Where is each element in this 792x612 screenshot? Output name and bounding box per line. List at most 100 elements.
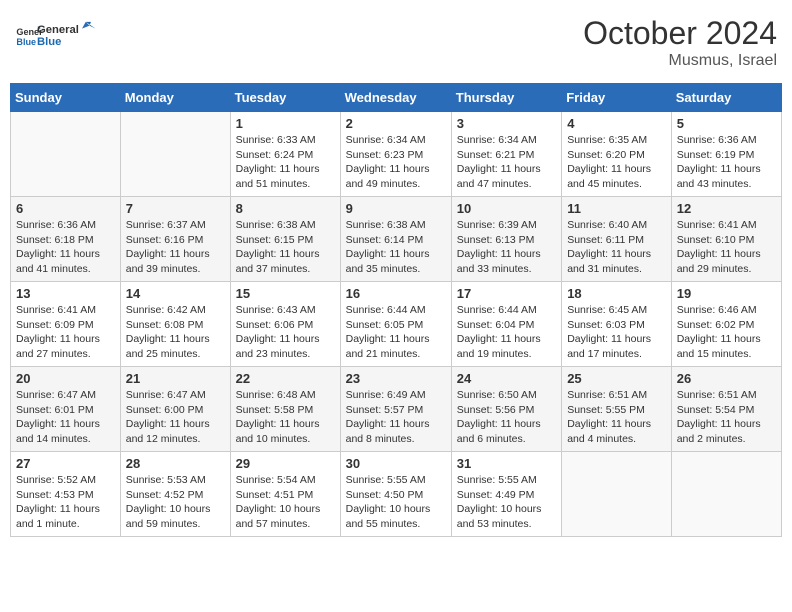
cell-info: Sunrise: 6:38 AM Sunset: 6:14 PM Dayligh…	[346, 218, 446, 277]
cell-info: Sunrise: 6:33 AM Sunset: 6:24 PM Dayligh…	[236, 133, 335, 192]
cell-info: Sunrise: 6:34 AM Sunset: 6:23 PM Dayligh…	[346, 133, 446, 192]
calendar-cell: 8 Sunrise: 6:38 AM Sunset: 6:15 PM Daylig…	[230, 197, 340, 282]
day-number: 9	[346, 201, 446, 216]
svg-text:General: General	[37, 24, 79, 36]
day-number: 16	[346, 286, 446, 301]
calendar-cell: 6Sunrise: 6:36 AM Sunset: 6:18 PM Daylig…	[11, 197, 121, 282]
day-number: 4	[567, 116, 666, 131]
calendar-cell: 22 Sunrise: 6:48 AM Sunset: 5:58 PM Dayli…	[230, 367, 340, 452]
cell-info: Sunrise: 6:47 AM Sunset: 6:00 PM Dayligh…	[126, 388, 225, 447]
col-header-tuesday: Tuesday	[230, 84, 340, 112]
calendar-cell: 11 Sunrise: 6:40 AM Sunset: 6:11 PM Dayli…	[562, 197, 672, 282]
calendar-cell: 17Sunrise: 6:44 AM Sunset: 6:04 PM Dayli…	[451, 282, 561, 367]
cell-info: Sunrise: 6:35 AM Sunset: 6:20 PM Dayligh…	[567, 133, 666, 192]
cell-info: Sunrise: 6:38 AM Sunset: 6:15 PM Dayligh…	[236, 218, 335, 277]
day-number: 11	[567, 201, 666, 216]
day-number: 19	[677, 286, 776, 301]
day-number: 8	[236, 201, 335, 216]
cell-info: Sunrise: 6:42 AM Sunset: 6:08 PM Dayligh…	[126, 303, 225, 362]
cell-info: Sunrise: 6:51 AM Sunset: 5:54 PM Dayligh…	[677, 388, 776, 447]
calendar-cell: 30 Sunrise: 5:55 AM Sunset: 4:50 PM Dayli…	[340, 452, 451, 537]
calendar-cell: 15 Sunrise: 6:43 AM Sunset: 6:06 PM Dayli…	[230, 282, 340, 367]
month-title: October 2024	[583, 15, 777, 52]
day-number: 7	[126, 201, 225, 216]
calendar-cell: 19Sunrise: 6:46 AM Sunset: 6:02 PM Dayli…	[671, 282, 781, 367]
day-number: 20	[16, 371, 115, 386]
cell-info: Sunrise: 5:53 AM Sunset: 4:52 PM Dayligh…	[126, 473, 225, 532]
cell-info: Sunrise: 5:54 AM Sunset: 4:51 PM Dayligh…	[236, 473, 335, 532]
day-number: 12	[677, 201, 776, 216]
cell-info: Sunrise: 6:44 AM Sunset: 6:05 PM Dayligh…	[346, 303, 446, 362]
cell-info: Sunrise: 6:40 AM Sunset: 6:11 PM Dayligh…	[567, 218, 666, 277]
title-block: October 2024 Musmus, Israel	[583, 15, 777, 70]
col-header-friday: Friday	[562, 84, 672, 112]
location-title: Musmus, Israel	[583, 52, 777, 70]
day-number: 3	[457, 116, 556, 131]
col-header-monday: Monday	[120, 84, 230, 112]
day-number: 17	[457, 286, 556, 301]
page-header: General Blue General Blue October 2024 M…	[10, 10, 782, 75]
calendar-cell: 18 Sunrise: 6:45 AM Sunset: 6:03 PM Dayli…	[562, 282, 672, 367]
cell-info: Sunrise: 6:37 AM Sunset: 6:16 PM Dayligh…	[126, 218, 225, 277]
day-number: 15	[236, 286, 335, 301]
col-header-saturday: Saturday	[671, 84, 781, 112]
day-number: 21	[126, 371, 225, 386]
cell-info: Sunrise: 5:55 AM Sunset: 4:50 PM Dayligh…	[346, 473, 446, 532]
calendar-cell: 29 Sunrise: 5:54 AM Sunset: 4:51 PM Dayli…	[230, 452, 340, 537]
svg-text:Blue: Blue	[16, 37, 36, 47]
cell-info: Sunrise: 6:41 AM Sunset: 6:09 PM Dayligh…	[16, 303, 115, 362]
cell-info: Sunrise: 6:43 AM Sunset: 6:06 PM Dayligh…	[236, 303, 335, 362]
day-number: 1	[236, 116, 335, 131]
calendar-week-4: 20 Sunrise: 6:47 AM Sunset: 6:01 PM Dayli…	[11, 367, 782, 452]
cell-info: Sunrise: 6:48 AM Sunset: 5:58 PM Dayligh…	[236, 388, 335, 447]
col-header-wednesday: Wednesday	[340, 84, 451, 112]
day-number: 5	[677, 116, 776, 131]
calendar-cell	[11, 112, 121, 197]
calendar-cell: 28 Sunrise: 5:53 AM Sunset: 4:52 PM Dayli…	[120, 452, 230, 537]
calendar-cell: 2Sunrise: 6:34 AM Sunset: 6:23 PM Daylig…	[340, 112, 451, 197]
cell-info: Sunrise: 6:49 AM Sunset: 5:57 PM Dayligh…	[346, 388, 446, 447]
cell-info: Sunrise: 5:52 AM Sunset: 4:53 PM Dayligh…	[16, 473, 115, 532]
calendar-cell	[120, 112, 230, 197]
cell-info: Sunrise: 6:47 AM Sunset: 6:01 PM Dayligh…	[16, 388, 115, 447]
calendar-cell: 12 Sunrise: 6:41 AM Sunset: 6:10 PM Dayli…	[671, 197, 781, 282]
logo: General Blue General Blue	[15, 15, 97, 55]
day-number: 13	[16, 286, 115, 301]
cell-info: Sunrise: 6:51 AM Sunset: 5:55 PM Dayligh…	[567, 388, 666, 447]
calendar-cell: 16 Sunrise: 6:44 AM Sunset: 6:05 PM Dayli…	[340, 282, 451, 367]
svg-text:Blue: Blue	[37, 36, 61, 48]
cell-info: Sunrise: 6:50 AM Sunset: 5:56 PM Dayligh…	[457, 388, 556, 447]
logo-bird-icon: General Blue	[37, 15, 97, 55]
day-number: 28	[126, 456, 225, 471]
day-number: 29	[236, 456, 335, 471]
calendar-cell: 20 Sunrise: 6:47 AM Sunset: 6:01 PM Dayli…	[11, 367, 121, 452]
day-number: 18	[567, 286, 666, 301]
calendar-cell: 5Sunrise: 6:36 AM Sunset: 6:19 PM Daylig…	[671, 112, 781, 197]
col-header-thursday: Thursday	[451, 84, 561, 112]
col-header-sunday: Sunday	[11, 84, 121, 112]
calendar-week-5: 27 Sunrise: 5:52 AM Sunset: 4:53 PM Dayli…	[11, 452, 782, 537]
calendar-cell: 10 Sunrise: 6:39 AM Sunset: 6:13 PM Dayli…	[451, 197, 561, 282]
day-number: 14	[126, 286, 225, 301]
cell-info: Sunrise: 6:36 AM Sunset: 6:18 PM Dayligh…	[16, 218, 115, 277]
cell-info: Sunrise: 5:55 AM Sunset: 4:49 PM Dayligh…	[457, 473, 556, 532]
calendar-cell: 21 Sunrise: 6:47 AM Sunset: 6:00 PM Dayli…	[120, 367, 230, 452]
day-number: 24	[457, 371, 556, 386]
day-number: 25	[567, 371, 666, 386]
day-number: 10	[457, 201, 556, 216]
calendar-cell: 7 Sunrise: 6:37 AM Sunset: 6:16 PM Daylig…	[120, 197, 230, 282]
cell-info: Sunrise: 6:41 AM Sunset: 6:10 PM Dayligh…	[677, 218, 776, 277]
calendar-cell: 26 Sunrise: 6:51 AM Sunset: 5:54 PM Dayli…	[671, 367, 781, 452]
calendar-cell: 4 Sunrise: 6:35 AM Sunset: 6:20 PM Daylig…	[562, 112, 672, 197]
day-number: 27	[16, 456, 115, 471]
calendar-cell: 13 Sunrise: 6:41 AM Sunset: 6:09 PM Dayli…	[11, 282, 121, 367]
cell-info: Sunrise: 6:45 AM Sunset: 6:03 PM Dayligh…	[567, 303, 666, 362]
day-number: 26	[677, 371, 776, 386]
calendar-cell: 23 Sunrise: 6:49 AM Sunset: 5:57 PM Dayli…	[340, 367, 451, 452]
day-number: 30	[346, 456, 446, 471]
cell-info: Sunrise: 6:39 AM Sunset: 6:13 PM Dayligh…	[457, 218, 556, 277]
day-number: 22	[236, 371, 335, 386]
day-number: 31	[457, 456, 556, 471]
day-number: 23	[346, 371, 446, 386]
calendar-cell: 27 Sunrise: 5:52 AM Sunset: 4:53 PM Dayli…	[11, 452, 121, 537]
